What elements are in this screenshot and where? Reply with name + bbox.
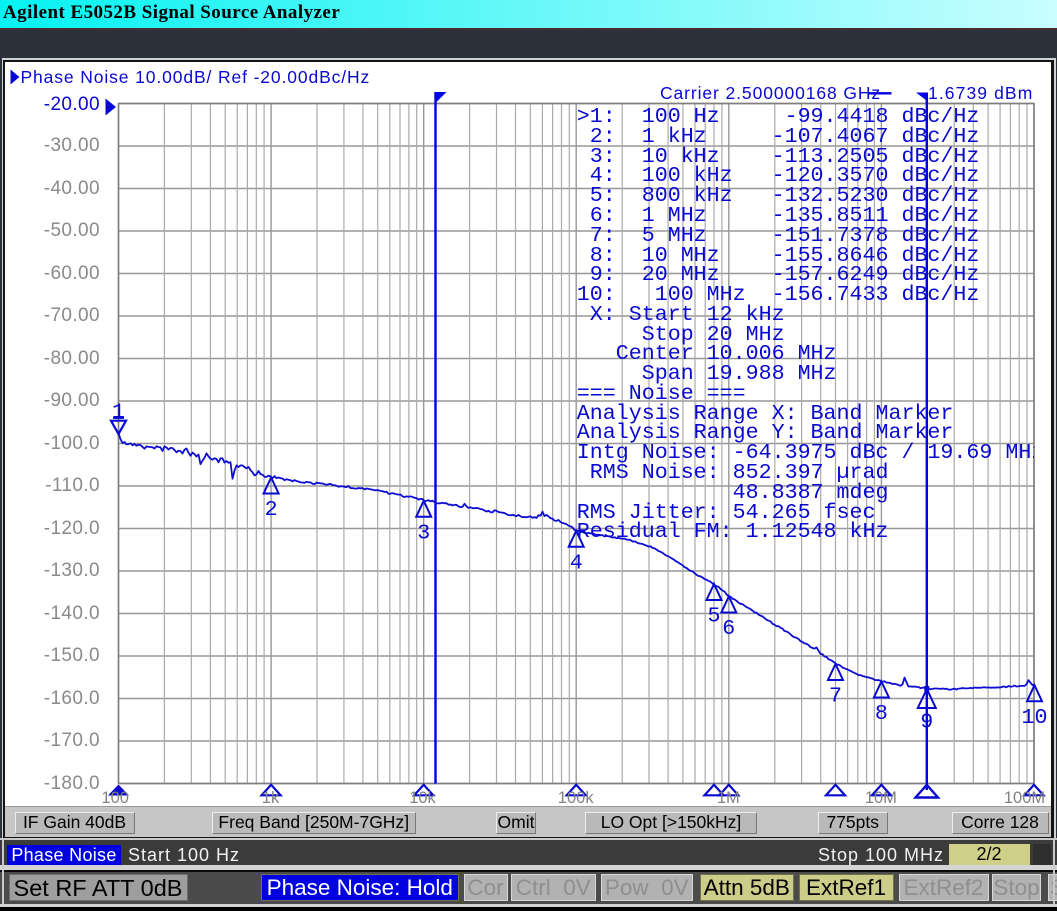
svg-text:8: 8	[875, 701, 888, 726]
svg-text:9: 9	[920, 710, 933, 735]
svg-text:3: 3	[417, 520, 430, 545]
svg-text:5: 5	[708, 604, 721, 629]
svg-text:7: 7	[829, 684, 842, 709]
svg-text:4: 4	[570, 550, 583, 575]
svg-text:2: 2	[265, 497, 278, 522]
svg-text:10: 10	[1022, 705, 1048, 730]
svg-text:6: 6	[722, 616, 735, 641]
